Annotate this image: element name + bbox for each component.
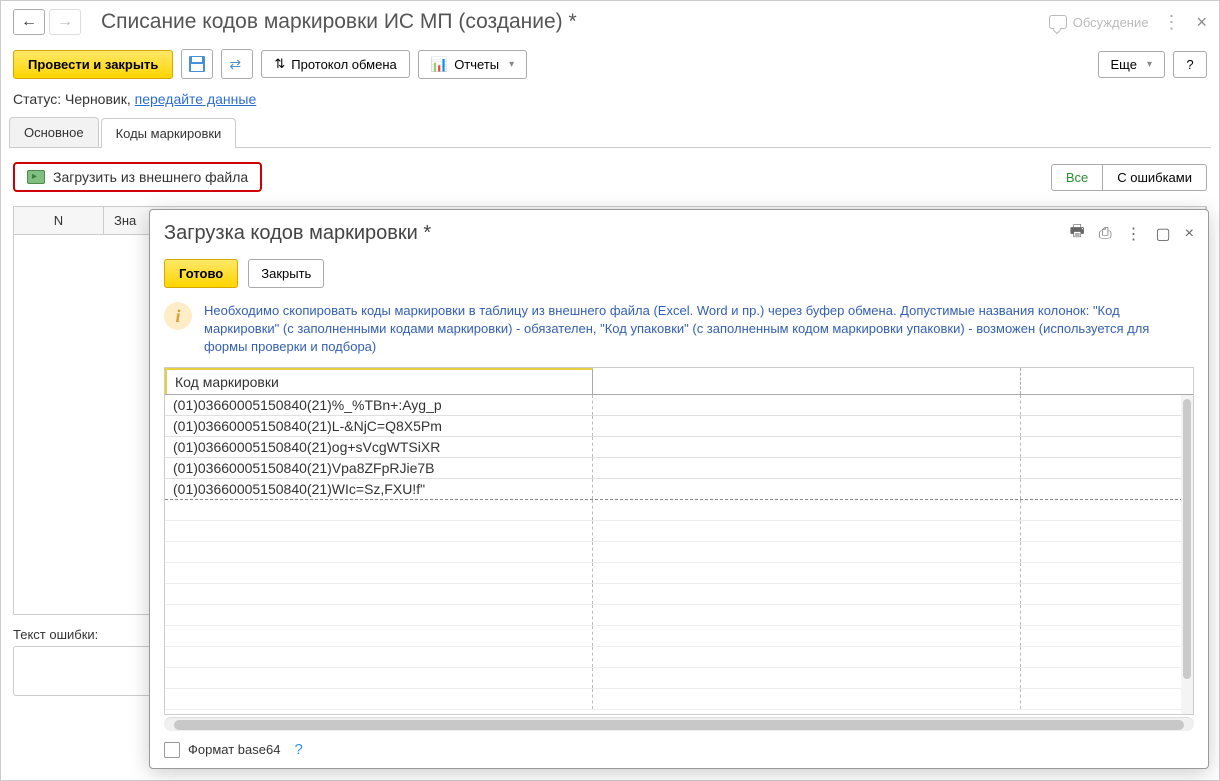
dialog-col-code[interactable]: Код маркировки: [165, 368, 593, 394]
dialog-more-icon[interactable]: ⋮: [1126, 224, 1142, 244]
main-toolbar: Провести и закрыть ⇅ Протокол обмена Отче…: [1, 43, 1219, 85]
cell[interactable]: [593, 395, 1021, 415]
table-row[interactable]: (01)03660005150840(21)L-&NjC=Q8X5Pm: [165, 416, 1193, 437]
col-n[interactable]: N: [14, 207, 104, 234]
page-title: Списание кодов маркировки ИС МП (создани…: [101, 10, 1049, 34]
more-button[interactable]: Еще: [1098, 51, 1165, 78]
cell[interactable]: [1021, 395, 1193, 415]
info-icon: i: [164, 302, 192, 330]
vertical-scrollbar[interactable]: [1181, 395, 1193, 714]
cell[interactable]: [1021, 458, 1193, 478]
table-row[interactable]: [165, 689, 1193, 710]
cell[interactable]: [593, 437, 1021, 457]
main-window: ← → Списание кодов маркировки ИС МП (соз…: [0, 0, 1220, 781]
filter-errors-button[interactable]: С ошибками: [1103, 164, 1207, 191]
code-cell[interactable]: (01)03660005150840(21)Vpa8ZFpRJie7B: [165, 458, 593, 478]
code-cell[interactable]: (01)03660005150840(21)og+sVcgWTSiXR: [165, 437, 593, 457]
info-row: i Необходимо скопировать коды маркировки…: [150, 294, 1208, 367]
table-row[interactable]: [165, 605, 1193, 626]
info-text: Необходимо скопировать коды маркировки в…: [204, 302, 1194, 357]
dialog-preview-icon[interactable]: [1099, 225, 1112, 243]
table-row[interactable]: [165, 521, 1193, 542]
table-row[interactable]: [165, 668, 1193, 689]
horizontal-scrollbar[interactable]: [164, 717, 1194, 731]
cell[interactable]: [593, 458, 1021, 478]
help-button[interactable]: ?: [1173, 51, 1207, 78]
floppy-icon: [189, 56, 205, 72]
dialog-print-icon[interactable]: [1070, 220, 1085, 247]
code-cell[interactable]: (01)03660005150840(21)%_%TBn+:Ayg_p: [165, 395, 593, 415]
table-row[interactable]: [165, 563, 1193, 584]
dialog-maximize-icon[interactable]: ▢: [1156, 224, 1171, 244]
load-from-file-button[interactable]: Загрузить из внешнего файла: [13, 162, 262, 192]
file-import-icon: [27, 170, 45, 184]
discussion-label: Обсуждение: [1073, 15, 1149, 30]
scrollbar-thumb[interactable]: [174, 720, 1184, 730]
dialog-close-button[interactable]: Закрыть: [248, 259, 324, 288]
cell[interactable]: [1021, 437, 1193, 457]
dialog-grid-header: Код маркировки: [165, 368, 1193, 395]
scrollbar-thumb[interactable]: [1183, 399, 1191, 679]
close-icon[interactable]: ×: [1196, 12, 1207, 33]
reports-label: Отчеты: [454, 57, 499, 72]
nav-back-button[interactable]: ←: [13, 9, 45, 35]
discussion-link[interactable]: Обсуждение: [1049, 15, 1149, 30]
cell[interactable]: [593, 416, 1021, 436]
more-menu-icon[interactable]: ⋮: [1162, 12, 1180, 33]
tab-codes[interactable]: Коды маркировки: [101, 118, 237, 148]
dialog-footer: Формат base64 ?: [150, 731, 1208, 768]
status-label: Статус:: [13, 91, 61, 107]
refresh-button[interactable]: [221, 49, 253, 79]
reports-button[interactable]: Отчеты: [418, 50, 527, 79]
load-btn-label: Загрузить из внешнего файла: [53, 169, 248, 185]
load-codes-dialog: Загрузка кодов маркировки * ⋮ ▢ × Готово…: [149, 209, 1209, 769]
status-value: Черновик,: [65, 91, 131, 107]
table-row[interactable]: [165, 542, 1193, 563]
arrows-icon: [229, 56, 245, 72]
report-icon: [431, 56, 448, 73]
dialog-close-icon[interactable]: ×: [1185, 225, 1194, 243]
save-button[interactable]: [181, 49, 213, 79]
cell[interactable]: [1021, 479, 1193, 499]
chat-icon: [1049, 15, 1067, 29]
tabs: Основное Коды маркировки: [9, 117, 1211, 148]
dialog-col-3[interactable]: [1021, 368, 1193, 394]
cell[interactable]: [1021, 416, 1193, 436]
code-cell[interactable]: (01)03660005150840(21)WIc=Sz,FXU!f": [165, 479, 593, 499]
dialog-titlebar: Загрузка кодов маркировки * ⋮ ▢ ×: [150, 210, 1208, 253]
status-row: Статус: Черновик, передайте данные: [1, 85, 1219, 113]
sync-icon: ⇅: [274, 56, 285, 72]
dialog-toolbar: Готово Закрыть: [150, 253, 1208, 294]
base64-help-icon[interactable]: ?: [294, 741, 302, 758]
status-link[interactable]: передайте данные: [135, 91, 257, 107]
protocol-label: Протокол обмена: [291, 57, 397, 72]
tab-main[interactable]: Основное: [9, 117, 99, 147]
table-row[interactable]: (01)03660005150840(21)%_%TBn+:Ayg_p: [165, 395, 1193, 416]
filter-all-button[interactable]: Все: [1051, 164, 1103, 191]
cell[interactable]: [593, 479, 1021, 499]
table-row[interactable]: [165, 584, 1193, 605]
dialog-grid[interactable]: Код маркировки (01)03660005150840(21)%_%…: [164, 367, 1194, 715]
table-row[interactable]: (01)03660005150840(21)WIc=Sz,FXU!f": [165, 479, 1193, 500]
table-row[interactable]: (01)03660005150840(21)Vpa8ZFpRJie7B: [165, 458, 1193, 479]
code-cell[interactable]: (01)03660005150840(21)L-&NjC=Q8X5Pm: [165, 416, 593, 436]
titlebar: ← → Списание кодов маркировки ИС МП (соз…: [1, 1, 1219, 43]
table-row[interactable]: [165, 647, 1193, 668]
table-row[interactable]: [165, 500, 1193, 521]
protocol-button[interactable]: ⇅ Протокол обмена: [261, 50, 409, 78]
table-row[interactable]: (01)03660005150840(21)og+sVcgWTSiXR: [165, 437, 1193, 458]
submit-close-button[interactable]: Провести и закрыть: [13, 50, 173, 79]
filter-group: Все С ошибками: [1051, 164, 1207, 191]
base64-checkbox[interactable]: [164, 742, 180, 758]
nav-forward-button[interactable]: →: [49, 9, 81, 35]
dialog-col-2[interactable]: [593, 368, 1021, 394]
table-row[interactable]: [165, 626, 1193, 647]
base64-label: Формат base64: [188, 742, 280, 757]
dialog-grid-body[interactable]: (01)03660005150840(21)%_%TBn+:Ayg_p (01)…: [165, 395, 1193, 714]
done-button[interactable]: Готово: [164, 259, 238, 288]
dialog-title: Загрузка кодов маркировки *: [164, 222, 1056, 245]
